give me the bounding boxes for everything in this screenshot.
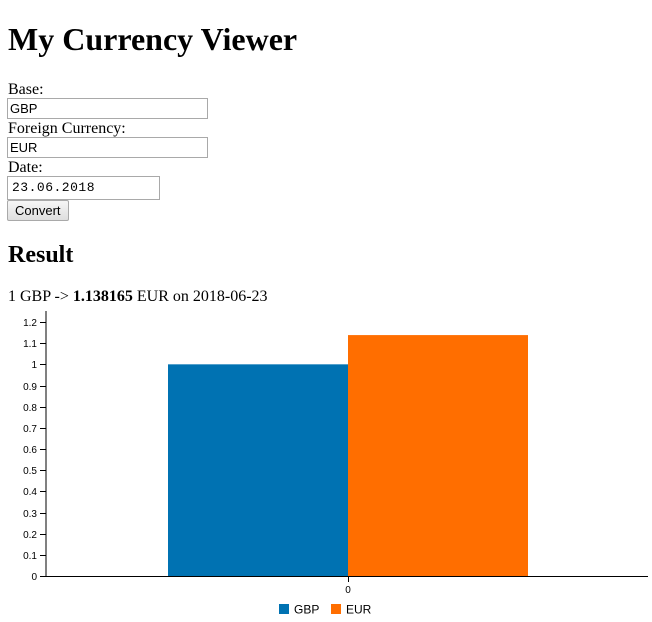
bar-eur [348, 335, 528, 576]
y-tick-label: 0.9 [23, 382, 37, 393]
y-tick-label: 0.1 [23, 551, 37, 562]
y-tick-label: 1.2 [23, 318, 37, 329]
legend-label-gbp: GBP [294, 603, 319, 617]
y-tick-label: 0.3 [23, 509, 37, 520]
y-tick-label: 1.1 [23, 339, 37, 350]
legend-swatch-gbp [279, 604, 289, 614]
y-tick-label: 0.2 [23, 530, 37, 541]
y-tick-label: 0.4 [23, 487, 37, 498]
x-tick-label: 0 [345, 585, 351, 596]
bar-gbp [168, 364, 348, 576]
legend-swatch-eur [331, 604, 341, 614]
y-tick-label: 0.5 [23, 466, 37, 477]
y-tick-label: 0 [31, 572, 37, 583]
y-tick-label: 0.8 [23, 403, 37, 414]
currency-chart: 0 0.1 0.2 0.3 0.4 0.5 0.6 0.7 0.8 0.9 1 1.1 1.2 0 GBP E… [23, 311, 648, 617]
y-tick-label: 0.7 [23, 424, 37, 435]
y-tick-label: 1 [31, 360, 37, 371]
legend-label-eur: EUR [346, 603, 372, 617]
y-tick-label: 0.6 [23, 445, 37, 456]
